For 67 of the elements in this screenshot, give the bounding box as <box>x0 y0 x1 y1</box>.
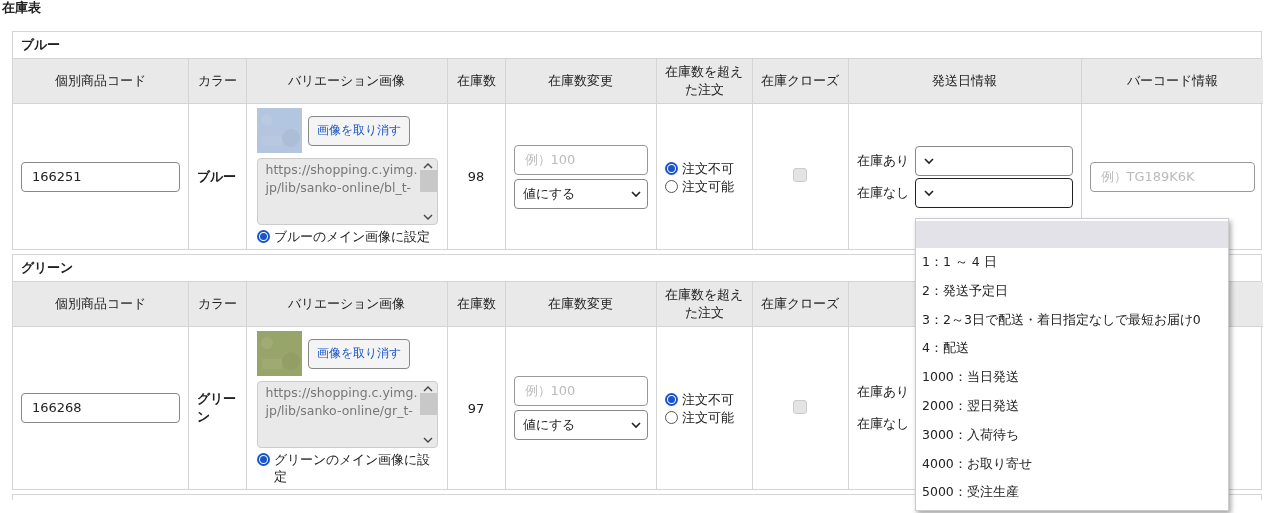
radio-button[interactable] <box>664 393 678 406</box>
radio-label[interactable]: 注文可能 <box>681 409 734 426</box>
change-mode-select[interactable]: 値にする <box>513 410 648 440</box>
dropdown-option[interactable]: 2：発送予定日 <box>916 276 1228 306</box>
radio-label[interactable]: グリーンのメイン画像に設定 <box>273 451 439 485</box>
shipping-label: 在庫あり <box>856 151 909 170</box>
column-header: 在庫クローズ <box>761 295 839 313</box>
chevron-down-icon <box>923 188 934 197</box>
product-code-field[interactable]: 166251 <box>21 161 180 192</box>
radio-button[interactable] <box>664 179 678 193</box>
radio-button[interactable] <box>664 411 678 424</box>
radio-button[interactable] <box>256 230 270 243</box>
scroll-down-icon[interactable] <box>423 436 433 444</box>
column-header: 在庫クローズ <box>761 72 839 90</box>
section-title: グリーン <box>21 259 73 277</box>
image-url-field[interactable]: https://shopping.c.yimg.jp/lib/sanko-online/gr_t- <box>256 381 438 448</box>
page-title: 在庫表 <box>2 0 41 17</box>
dropdown-option[interactable]: 2000：翌日発送 <box>916 392 1228 421</box>
chevron-down-icon <box>630 189 641 198</box>
change-mode-select[interactable]: 値にする <box>513 178 648 209</box>
shipping-label: 在庫なし <box>856 183 909 202</box>
scrollbar-thumb[interactable] <box>419 170 437 192</box>
section-title: ブルー <box>21 36 60 54</box>
chevron-down-icon <box>923 156 934 165</box>
column-header: 在庫数 <box>456 295 496 313</box>
column-header: 個別商品コード <box>54 295 146 313</box>
column-header: 在庫数 <box>456 72 496 90</box>
column-header: 個別商品コード <box>54 72 146 90</box>
stock-count: 98 <box>467 169 485 184</box>
dropdown-option[interactable]: 3000：入荷待ち <box>916 420 1228 450</box>
radio-button[interactable] <box>664 161 678 175</box>
radio-label[interactable]: 注文不可 <box>681 391 734 408</box>
scroll-up-icon[interactable] <box>423 385 433 393</box>
radio-button[interactable] <box>256 453 270 466</box>
column-header: カラー <box>197 295 237 313</box>
column-header: カラー <box>197 72 237 90</box>
dropdown-option[interactable]: 3：2～3日で配送・着日指定なしで最短お届け0 <box>916 305 1228 335</box>
scroll-up-icon[interactable] <box>423 162 433 170</box>
image-url-field[interactable]: https://shopping.c.yimg.jp/lib/sanko-online/bl_t- <box>256 158 438 225</box>
cancel-image-button[interactable]: 画像を取り消す <box>307 115 410 146</box>
product-code-field[interactable]: 166268 <box>21 393 180 423</box>
column-header: バーコード情報 <box>1126 72 1218 90</box>
column-header: 在庫数変更 <box>548 72 613 90</box>
scrollbar-thumb[interactable] <box>419 393 437 415</box>
column-header: 在庫数を超えた注文 <box>664 63 744 99</box>
dropdown-option[interactable]: 5000：受注生産 <box>916 478 1228 508</box>
dropdown-option[interactable]: 1：1 ～ 4 日 <box>916 248 1228 277</box>
dropdown-option[interactable]: 1000：当日発送 <box>916 363 1228 392</box>
dropdown-option[interactable]: 4：配送 <box>916 334 1228 364</box>
dropdown-option[interactable]: 4000：お取り寄せ <box>916 449 1228 479</box>
shipping-label: 在庫あり <box>856 383 909 401</box>
color-name: ブルー <box>196 168 236 184</box>
scroll-down-icon[interactable] <box>423 213 433 221</box>
radio-label[interactable]: 注文可能 <box>681 177 734 195</box>
chevron-down-icon <box>630 421 641 429</box>
cancel-image-button[interactable]: 画像を取り消す <box>307 338 410 369</box>
color-name: グリーン <box>196 391 236 424</box>
column-header: バリエーション画像 <box>288 295 405 313</box>
radio-label[interactable]: 注文不可 <box>681 159 734 177</box>
column-header: 在庫数を超えた注文 <box>664 286 744 322</box>
column-header: 在庫数変更 <box>548 295 613 313</box>
column-header: 発送日情報 <box>932 72 997 90</box>
radio-label[interactable]: ブルーのメイン画像に設定 <box>273 228 430 245</box>
stock-count: 97 <box>467 400 485 416</box>
shipping-label: 在庫なし <box>856 415 909 433</box>
column-header: バリエーション画像 <box>288 72 405 90</box>
shipping-select[interactable] <box>914 177 1073 208</box>
